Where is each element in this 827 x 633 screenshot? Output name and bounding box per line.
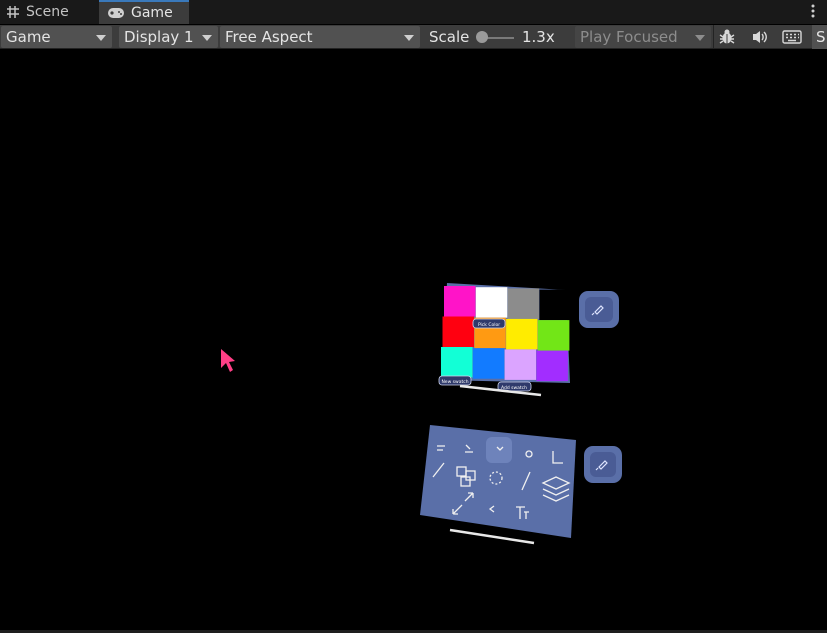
scale-label: Scale bbox=[429, 28, 470, 46]
aspect-dropdown[interactable]: Free Aspect bbox=[220, 26, 420, 48]
stats-label: S bbox=[816, 28, 826, 46]
panel-grab-bar bbox=[449, 528, 535, 545]
pick-color-label: Pick Color bbox=[478, 322, 500, 328]
color-swatch[interactable] bbox=[506, 318, 538, 350]
chevron-down-icon bbox=[404, 35, 414, 41]
view-mode-label: Game bbox=[6, 28, 51, 46]
tab-game[interactable]: Game bbox=[99, 0, 189, 24]
color-palette-panel[interactable]: Pick Color New swatch Add swatch bbox=[438, 283, 571, 397]
display-label: Display 1 bbox=[124, 28, 194, 46]
color-swatch[interactable] bbox=[444, 286, 476, 317]
selected-tool-highlight bbox=[486, 437, 512, 463]
color-swatch[interactable] bbox=[536, 350, 568, 382]
more-options-icon[interactable] bbox=[811, 4, 815, 18]
tab-game-label: Game bbox=[131, 5, 173, 21]
tool-panel[interactable] bbox=[420, 425, 576, 545]
tab-scene[interactable]: Scene bbox=[6, 0, 98, 24]
pointer-cursor-icon bbox=[221, 349, 235, 372]
scene-render: Pick Color New swatch Add swatch bbox=[221, 283, 622, 545]
color-swatch[interactable] bbox=[504, 349, 537, 380]
view-mode-dropdown[interactable]: Game bbox=[1, 26, 112, 48]
game-viewport[interactable]: Pick Color New swatch Add swatch bbox=[0, 49, 827, 633]
keyboard-icon[interactable] bbox=[777, 25, 807, 49]
play-mode-dropdown[interactable]: Play Focused bbox=[575, 26, 711, 48]
chevron-down-icon bbox=[96, 35, 106, 41]
new-swatch-label: New swatch bbox=[441, 379, 468, 385]
color-swatch[interactable] bbox=[537, 320, 570, 351]
chevron-down-icon bbox=[695, 35, 705, 41]
color-swatch[interactable] bbox=[539, 289, 571, 321]
tab-scene-label: Scene bbox=[26, 4, 69, 20]
scale-slider-handle[interactable] bbox=[476, 31, 488, 43]
pin-button-bottom[interactable] bbox=[584, 446, 622, 483]
game-toolbar: Game Display 1 Free Aspect Scale 1.3x Pl… bbox=[0, 25, 827, 49]
color-swatch[interactable] bbox=[442, 316, 475, 348]
play-mode-label: Play Focused bbox=[580, 28, 678, 46]
chevron-down-icon bbox=[202, 35, 212, 41]
color-swatch[interactable] bbox=[507, 288, 540, 319]
tab-bar: Scene Game bbox=[0, 0, 827, 24]
aspect-label: Free Aspect bbox=[225, 28, 313, 46]
speaker-icon[interactable] bbox=[745, 25, 775, 49]
color-swatch[interactable] bbox=[472, 348, 505, 379]
grid-icon bbox=[6, 5, 20, 19]
pin-button-top[interactable] bbox=[579, 291, 619, 328]
color-swatch[interactable] bbox=[475, 287, 508, 318]
bug-icon[interactable] bbox=[712, 25, 742, 49]
gamepad-icon bbox=[107, 7, 125, 19]
display-dropdown[interactable]: Display 1 bbox=[119, 26, 218, 48]
scale-value: 1.3x bbox=[522, 28, 555, 46]
color-swatch[interactable] bbox=[441, 347, 473, 378]
stats-button[interactable]: S bbox=[812, 25, 827, 49]
